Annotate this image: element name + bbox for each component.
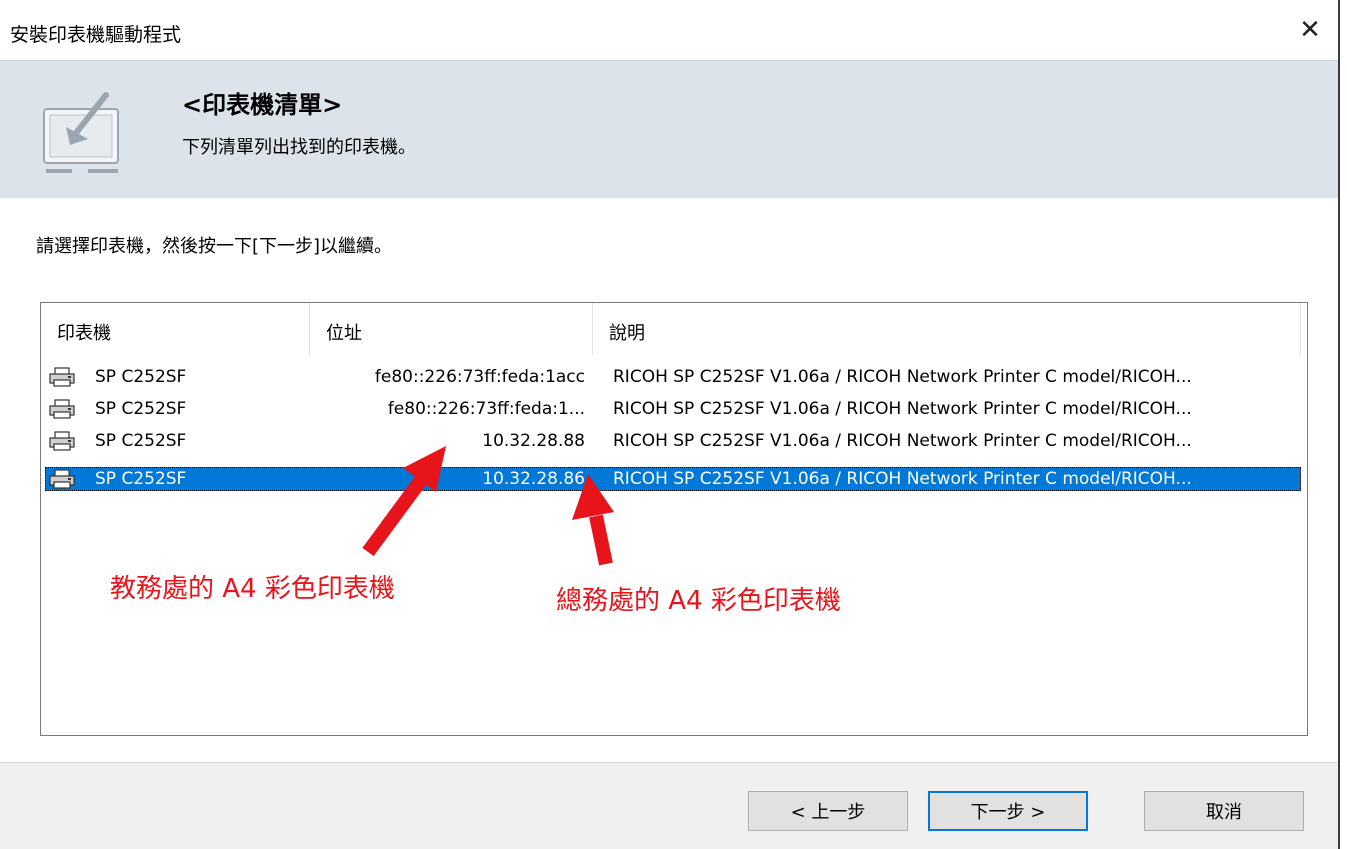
installer-window: 安裝印表機驅動程式 ✕ <印表機清單> 下列清單列出找到的印表機。 請選擇印表機… — [0, 0, 1340, 849]
annotation-arrows — [362, 446, 614, 566]
back-button[interactable]: < 上一步 — [748, 791, 908, 831]
annotation-general-printer: 總務處的 A4 彩色印表機 — [556, 586, 841, 616]
wizard-footer: < 上一步 下一步 > 取消 — [0, 763, 1338, 849]
arrow-icon — [362, 446, 446, 557]
arrow-icon — [572, 474, 614, 566]
cancel-button[interactable]: 取消 — [1144, 791, 1304, 831]
annotation-academic-printer: 教務處的 A4 彩色印表機 — [110, 574, 395, 604]
next-button[interactable]: 下一步 > — [928, 791, 1088, 831]
